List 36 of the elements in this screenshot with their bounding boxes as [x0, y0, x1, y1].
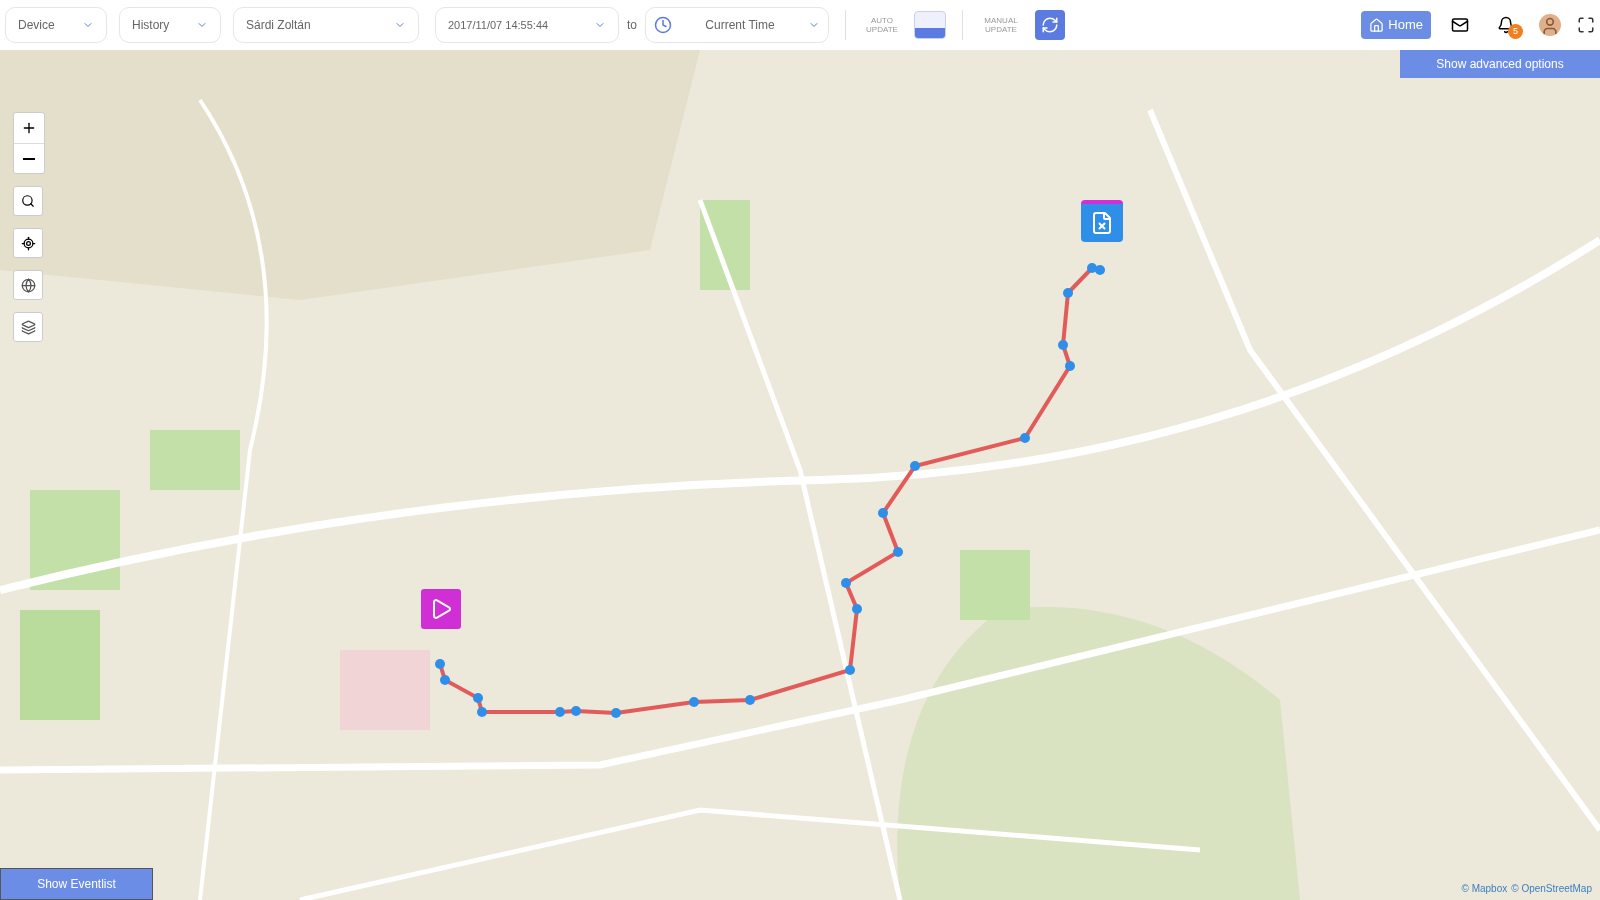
- end-marker[interactable]: [1081, 200, 1123, 242]
- range-separator: to: [627, 17, 637, 34]
- clock-icon: [654, 16, 672, 34]
- crosshair-icon: [20, 235, 36, 251]
- start-marker[interactable]: [421, 589, 461, 629]
- eventlist-button[interactable]: Show Eventlist: [0, 868, 153, 900]
- globe-icon: [20, 277, 36, 293]
- home-icon: [1369, 17, 1385, 33]
- date-dropdown[interactable]: 2017/11/07 14:55:44: [435, 7, 619, 43]
- notification-badge: 5: [1508, 24, 1523, 39]
- dropdown[interactable]: Sárdi Zoltán: [233, 7, 419, 43]
- globe-button[interactable]: [13, 270, 43, 300]
- mail-icon[interactable]: [1451, 16, 1469, 34]
- home-button[interactable]: Home: [1361, 11, 1431, 39]
- fullscreen-icon[interactable]: [1577, 16, 1595, 34]
- avatar[interactable]: [1539, 14, 1561, 36]
- dropdown[interactable]: History: [119, 7, 221, 43]
- end-time-dropdown[interactable]: Current Time: [645, 7, 829, 43]
- plus-icon: [21, 120, 37, 136]
- minus-icon: [23, 157, 35, 160]
- auto-update-toggle[interactable]: [914, 11, 946, 39]
- auto-update-label: AUTO UPDATE: [865, 16, 899, 34]
- dropdown[interactable]: Device: [5, 7, 107, 43]
- layers-icon: [20, 319, 36, 335]
- search-icon: [21, 194, 35, 208]
- refresh-icon: [1041, 16, 1059, 34]
- locate-button[interactable]: [13, 228, 43, 258]
- file-x-icon: [1090, 211, 1114, 235]
- attribution-link[interactable]: © OpenStreetMap: [1511, 881, 1592, 896]
- search-button[interactable]: [13, 186, 43, 216]
- refresh-button[interactable]: [1035, 10, 1065, 40]
- attribution-link[interactable]: © Mapbox: [1461, 881, 1508, 896]
- manual-update-label: MANUAL UPDATE: [983, 16, 1019, 34]
- bell-icon[interactable]: [1497, 16, 1515, 34]
- layers-button[interactable]: [13, 312, 43, 342]
- advanced-options-button[interactable]: Show advanced options: [1400, 50, 1600, 78]
